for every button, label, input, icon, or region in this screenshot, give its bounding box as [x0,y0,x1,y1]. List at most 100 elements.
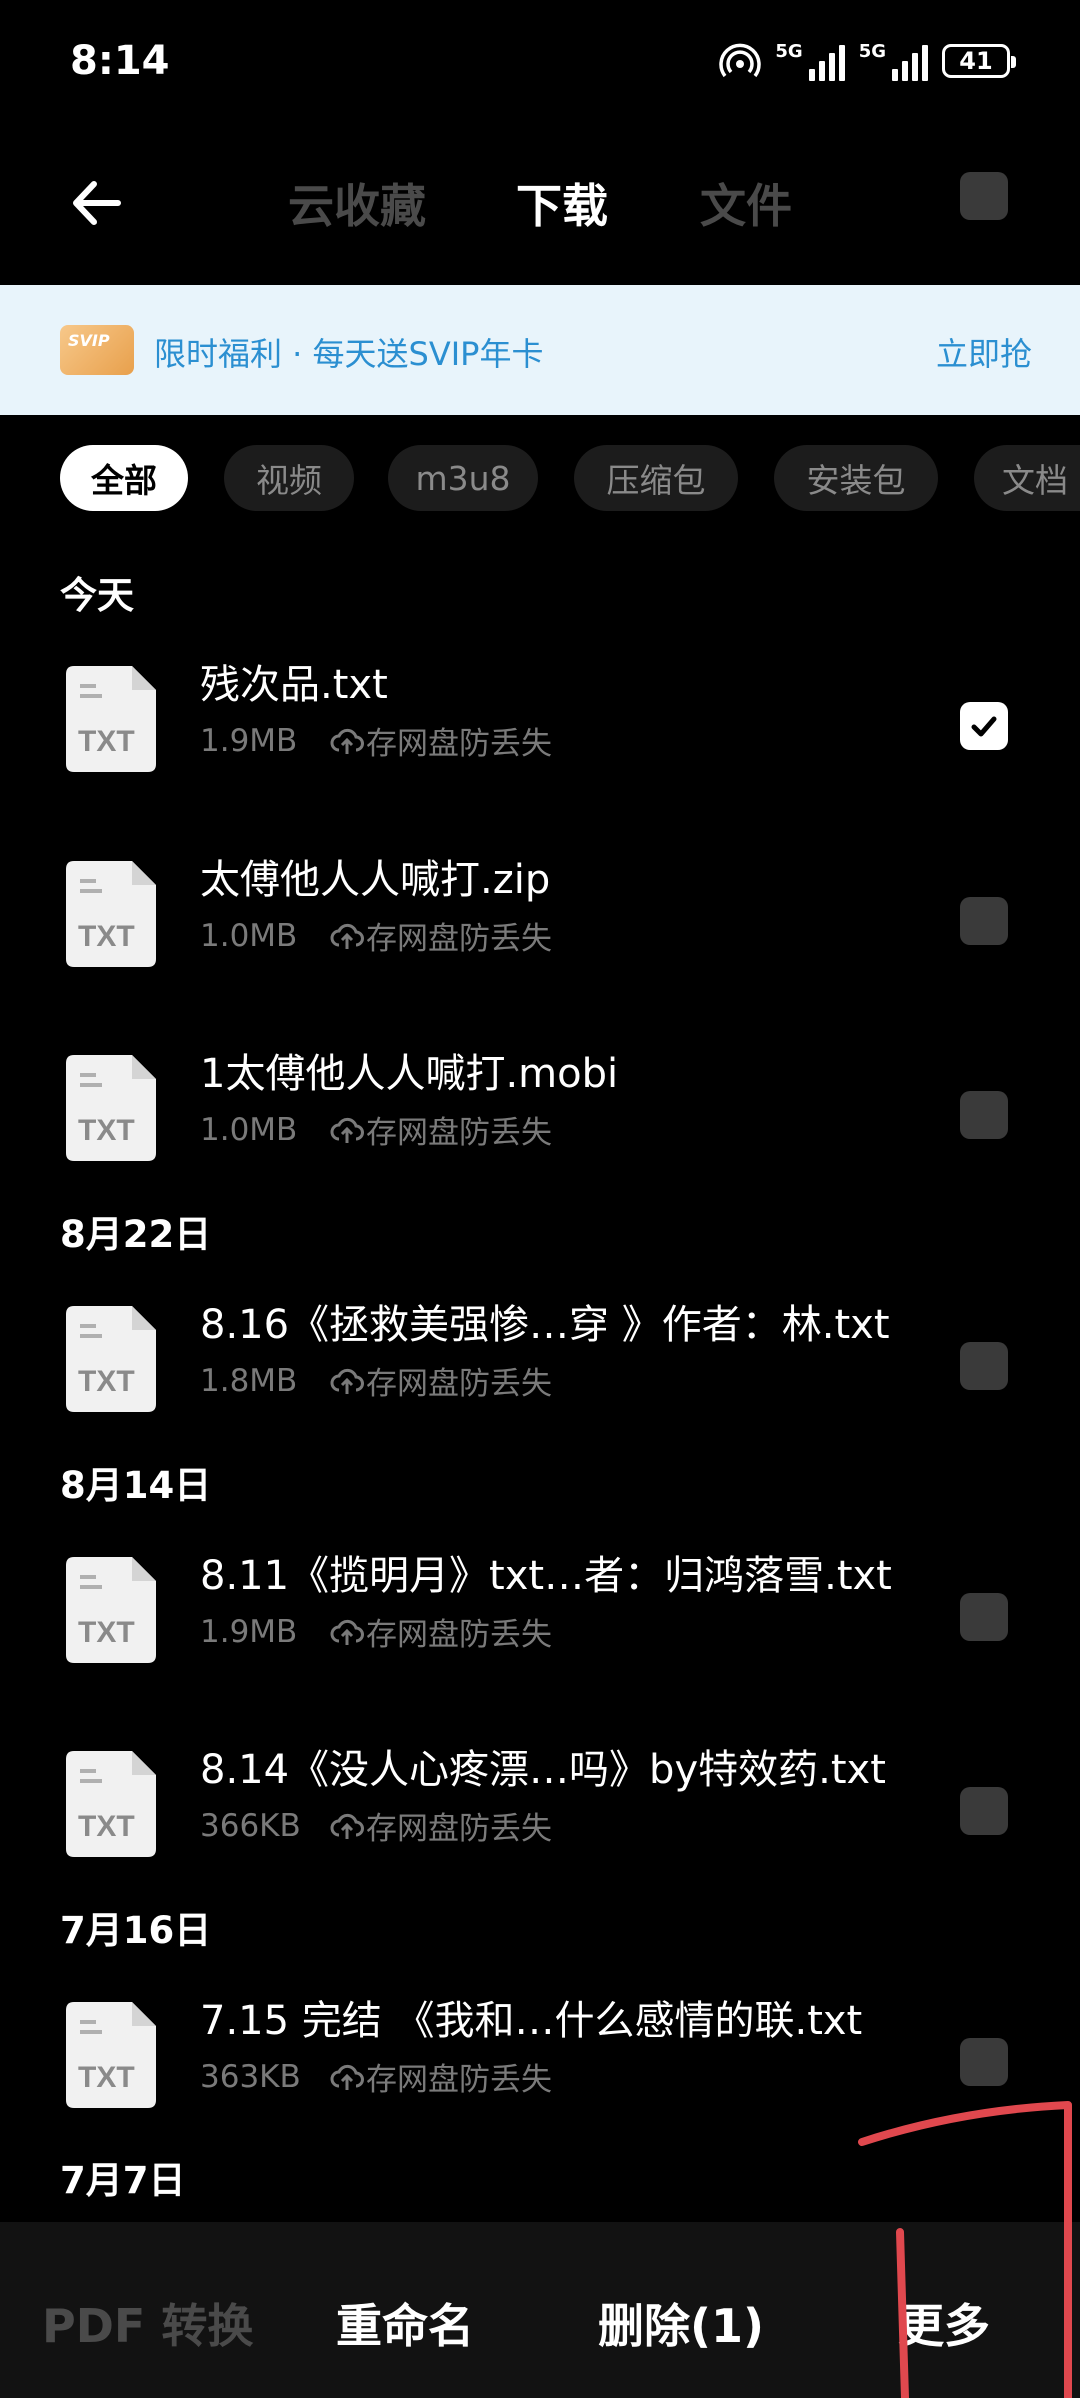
file-item[interactable]: TXT 7.15 完结 《我和…什么感情的联.txt 363KB 存网盘防丢失 [0,1988,1080,2128]
svg-text:TXT: TXT [78,725,135,758]
section-header: 8月22日 [60,1213,212,1256]
svg-text:TXT: TXT [78,1114,135,1147]
section-header: 7月7日 [60,2159,186,2202]
txt-file-icon: TXT [66,1557,156,1663]
svg-text:TXT: TXT [78,1810,135,1843]
file-checkbox[interactable] [960,2038,1008,2086]
save-to-cloud-link[interactable]: 存网盘防丢失 [366,718,552,763]
save-to-cloud-link[interactable]: 存网盘防丢失 [366,1358,552,1403]
top-header: 云收藏 下载 文件 [0,130,1080,285]
network-type-sim2: 5G [858,41,886,62]
save-to-cloud-link[interactable]: 存网盘防丢失 [366,1609,552,1654]
signal-icon-sim2: 5G [859,41,928,81]
status-bar: 8:14 5G 5G 41 [0,0,1080,130]
file-checkbox-checked[interactable] [960,702,1008,750]
file-size: 366KB [200,1807,301,1844]
file-size: 1.0MB [200,1111,298,1148]
file-meta: 1.8MB 存网盘防丢失 [200,1358,552,1403]
save-to-cloud-link[interactable]: 存网盘防丢失 [366,1107,552,1152]
promo-banner[interactable]: SVIP 限时福利 · 每天送SVIP年卡 立即抢 [0,285,1080,415]
filter-apk[interactable]: 安装包 [774,445,938,511]
section-header: 今天 [60,574,134,617]
filter-archive[interactable]: 压缩包 [574,445,738,511]
pdf-convert-button[interactable]: PDF 转换 [42,2290,253,2356]
section-header: 8月14日 [60,1464,212,1507]
file-meta: 366KB 存网盘防丢失 [200,1803,552,1848]
file-meta: 1.0MB 存网盘防丢失 [200,913,552,958]
file-size: 1.9MB [200,1613,298,1650]
txt-file-icon: TXT [66,1751,156,1857]
txt-file-icon: TXT [66,2002,156,2108]
bottom-action-bar: PDF 转换 重命名 删除(1) 更多 [0,2222,1080,2398]
cloud-upload-icon[interactable] [330,2060,364,2094]
cloud-upload-icon[interactable] [330,1113,364,1147]
cloud-upload-icon[interactable] [330,1615,364,1649]
file-item[interactable]: TXT 残次品.txt 1.9MB 存网盘防丢失 [0,652,1080,792]
rename-button[interactable]: 重命名 [336,2290,474,2356]
file-checkbox[interactable] [960,1787,1008,1835]
cloud-upload-icon[interactable] [330,919,364,953]
txt-file-icon: TXT [66,1306,156,1412]
select-all-checkbox[interactable] [960,172,1008,220]
file-size: 1.9MB [200,722,298,759]
file-name: 8.11《揽明月》txt…者：归鸿落雪.txt [200,1553,892,1599]
file-meta: 1.9MB 存网盘防丢失 [200,718,552,763]
txt-file-icon: TXT [66,1055,156,1161]
svg-text:TXT: TXT [78,2061,135,2094]
battery-level: 41 [959,47,993,75]
filter-all[interactable]: 全部 [60,445,188,511]
file-name: 7.15 完结 《我和…什么感情的联.txt [200,1998,863,2044]
file-name: 8.14《没人心疼漂…吗》by特效药.txt [200,1747,886,1793]
file-item[interactable]: TXT 太傅他人人喊打.zip 1.0MB 存网盘防丢失 [0,847,1080,987]
status-icons: 5G 5G 41 [719,40,1016,82]
file-checkbox[interactable] [960,897,1008,945]
more-button[interactable]: 更多 [898,2290,990,2356]
back-arrow-icon[interactable] [62,168,132,238]
delete-button[interactable]: 删除(1) [598,2290,764,2356]
filter-document[interactable]: 文档 [974,445,1080,511]
cloud-upload-icon[interactable] [330,1364,364,1398]
cloud-upload-icon[interactable] [330,724,364,758]
section-header: 7月16日 [60,1909,212,1952]
file-size: 363KB [200,2058,301,2095]
file-item[interactable]: TXT 8.14《没人心疼漂…吗》by特效药.txt 366KB 存网盘防丢失 [0,1737,1080,1877]
cloud-upload-icon[interactable] [330,1809,364,1843]
svip-card-icon: SVIP [60,325,134,375]
svg-text:TXT: TXT [78,1365,135,1398]
txt-file-icon: TXT [66,666,156,772]
file-name: 8.16《拯救美强惨…穿 》作者：林.txt [200,1302,890,1348]
file-item[interactable]: TXT 8.16《拯救美强惨…穿 》作者：林.txt 1.8MB 存网盘防丢失 [0,1292,1080,1432]
file-meta: 363KB 存网盘防丢失 [200,2054,552,2099]
save-to-cloud-link[interactable]: 存网盘防丢失 [366,1803,552,1848]
file-size: 1.8MB [200,1362,298,1399]
save-to-cloud-link[interactable]: 存网盘防丢失 [366,2054,552,2099]
signal-icon-sim1: 5G [775,41,845,81]
file-meta: 1.0MB 存网盘防丢失 [200,1107,552,1152]
txt-file-icon: TXT [66,861,156,967]
file-size: 1.0MB [200,917,298,954]
network-type-sim1: 5G [775,41,803,62]
checkmark-icon [971,716,997,737]
svg-text:TXT: TXT [78,920,135,953]
filter-video[interactable]: 视频 [224,445,354,511]
battery-icon: 41 [942,44,1016,78]
promo-message: 限时福利 · 每天送SVIP年卡 [154,335,544,373]
file-checkbox[interactable] [960,1593,1008,1641]
filter-chips: 全部 视频 m3u8 压缩包 安装包 文档 [0,445,1080,515]
tab-downloads[interactable]: 下载 [516,170,608,236]
filter-m3u8[interactable]: m3u8 [388,445,538,511]
save-to-cloud-link[interactable]: 存网盘防丢失 [366,913,552,958]
svg-text:TXT: TXT [78,1616,135,1649]
status-time: 8:14 [70,38,170,84]
file-item[interactable]: TXT 1太傅他人人喊打.mobi 1.0MB 存网盘防丢失 [0,1041,1080,1181]
promo-cta-link[interactable]: 立即抢 [936,329,1032,375]
file-checkbox[interactable] [960,1091,1008,1139]
file-name: 太傅他人人喊打.zip [200,857,551,903]
file-item[interactable]: TXT 8.11《揽明月》txt…者：归鸿落雪.txt 1.9MB 存网盘防丢失 [0,1543,1080,1683]
file-name: 1太傅他人人喊打.mobi [200,1051,619,1097]
file-name: 残次品.txt [200,662,388,708]
file-checkbox[interactable] [960,1342,1008,1390]
tab-files[interactable]: 文件 [700,170,792,236]
file-meta: 1.9MB 存网盘防丢失 [200,1609,552,1654]
tab-cloud-favorites[interactable]: 云收藏 [288,170,426,236]
